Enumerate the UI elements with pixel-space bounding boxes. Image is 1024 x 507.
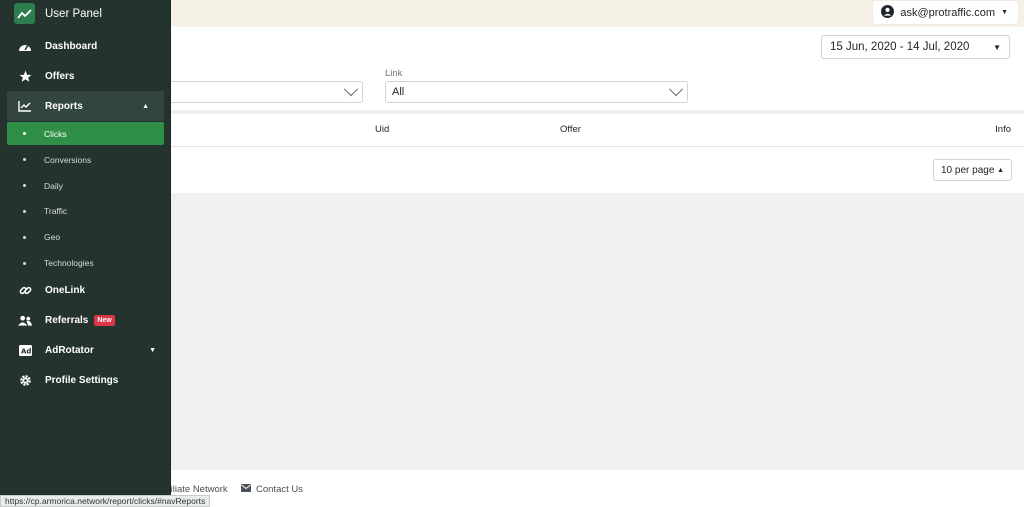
sidebar-nav: Dashboard Offers Reports ▲ Clicks Conver… [0,31,171,396]
sidebar-subitem-conversions[interactable]: Conversions [0,147,171,173]
chart-line-icon [18,99,32,113]
bullet-icon [23,184,26,188]
sidebar: User Panel Dashboard Offers Reports ▲ Cl… [0,0,171,507]
sidebar-item-label: AdRotator [45,345,94,357]
brand[interactable]: User Panel [0,0,171,27]
sidebar-item-onelink[interactable]: OneLink [0,276,171,306]
bullet-icon [23,158,26,162]
sidebar-item-label: Dashboard [45,40,98,52]
sidebar-subitem-technologies[interactable]: Technologies [0,250,171,276]
user-circle-icon [881,4,895,21]
link-filter-select[interactable]: All [385,81,688,103]
sidebar-subitem-label: Conversions [44,154,92,165]
sidebar-item-offers[interactable]: Offers [0,61,171,91]
per-page-value: 10 per page [941,164,995,176]
sidebar-item-profile-settings[interactable]: Profile Settings [0,366,171,396]
sidebar-item-label: Offers [45,70,75,82]
gear-icon [18,374,32,388]
chevron-down-icon [343,82,359,97]
per-page-select[interactable]: 10 per page ▲ [933,159,1012,181]
date-range-value: 15 Jun, 2020 - 14 Jul, 2020 [830,41,970,53]
bullet-icon [23,235,26,239]
caret-down-icon: ▼ [1001,9,1008,16]
caret-up-icon: ▲ [142,102,149,110]
bullet-icon [23,132,26,135]
sidebar-subitem-label: Daily [44,180,63,191]
date-range-picker[interactable]: 15 Jun, 2020 - 14 Jul, 2020 ▼ [821,35,1010,59]
sidebar-item-reports[interactable]: Reports ▲ [7,91,164,121]
new-badge: New [94,315,115,327]
sidebar-item-label: Reports [45,100,83,112]
column-header-uid[interactable]: Uid [375,124,389,135]
footer-network-text: filiate Network [168,484,228,495]
link-icon [18,284,32,298]
sidebar-subitem-label: Traffic [44,206,68,217]
gauge-icon [18,39,32,53]
caret-down-icon: ▼ [149,347,156,355]
svg-text:Ad: Ad [21,348,31,356]
user-menu-button[interactable]: ask@protraffic.com ▼ [873,1,1018,24]
column-header-info[interactable]: Info [995,124,1011,135]
sidebar-subitem-traffic[interactable]: Traffic [0,199,171,225]
sidebar-item-label: Profile Settings [45,375,119,387]
sidebar-item-dashboard[interactable]: Dashboard [0,31,171,61]
sidebar-item-label: OneLink [45,285,86,297]
star-icon [18,69,32,83]
sidebar-subitem-geo[interactable]: Geo [0,224,171,250]
column-header-offer[interactable]: Offer [560,124,581,135]
trend-chart-icon [14,3,35,24]
contact-us-link[interactable]: Contact Us [241,484,303,495]
status-bar-url: https://cp.armorica.network/report/click… [0,495,211,507]
contact-us-text: Contact Us [256,484,303,495]
sidebar-item-label: Referrals [45,315,89,327]
sidebar-subitem-clicks[interactable]: Clicks [7,122,164,145]
sidebar-subitem-label: Technologies [44,258,94,269]
users-icon [18,314,32,328]
caret-up-icon: ▲ [997,166,1004,174]
sidebar-subitem-label: Clicks [44,128,67,139]
bullet-icon [23,261,26,265]
sidebar-item-adrotator[interactable]: Ad AdRotator ▼ [0,336,171,366]
sidebar-item-referrals[interactable]: Referrals New [0,306,171,336]
sidebar-subitem-label: Geo [44,232,61,243]
bullet-icon [23,209,26,213]
ad-icon: Ad [18,344,32,358]
chevron-down-icon [668,82,684,97]
caret-down-icon: ▼ [993,42,1001,52]
sidebar-subitem-daily[interactable]: Daily [0,173,171,199]
footer-network-link[interactable]: filiate Network [168,484,228,495]
envelope-icon [241,484,251,495]
link-filter-label: Link [385,68,403,79]
link-filter-value: All [392,86,405,98]
user-email: ask@protraffic.com [900,6,996,19]
brand-title: User Panel [45,7,102,20]
